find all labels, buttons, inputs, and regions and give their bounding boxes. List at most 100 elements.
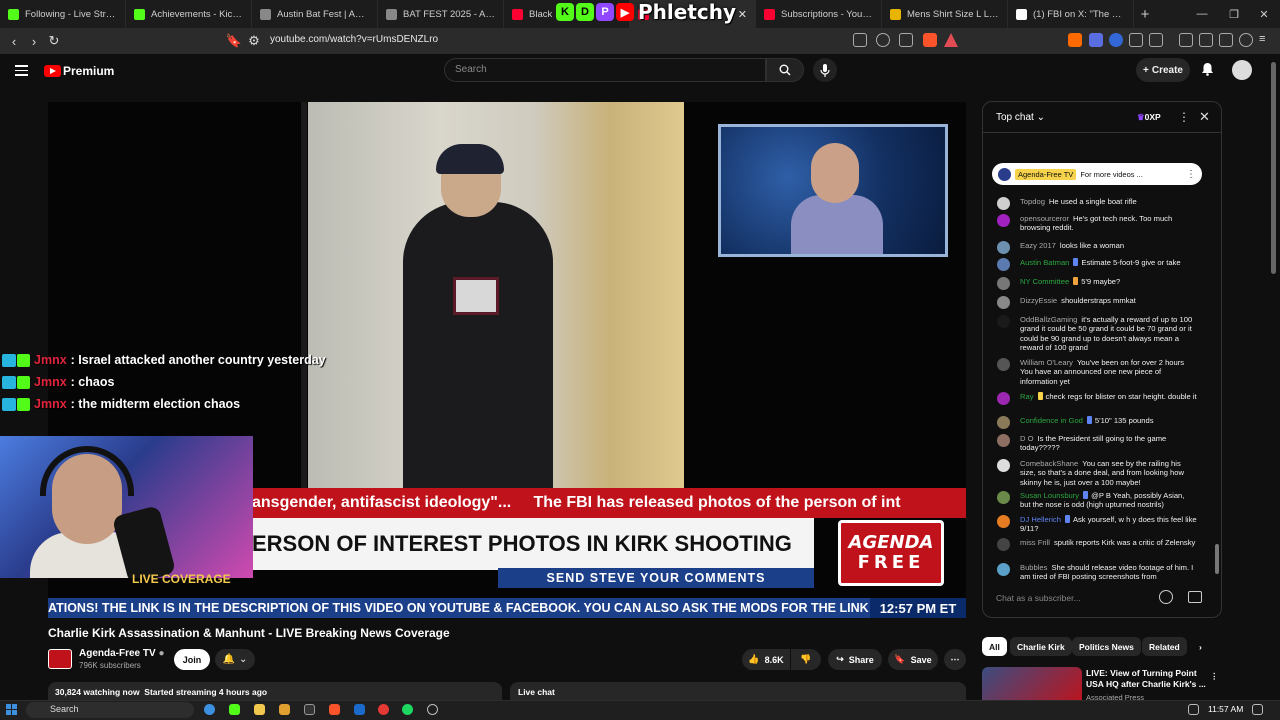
maximize-button[interactable]: ❐: [1218, 0, 1250, 28]
chat-author[interactable]: Susan Lounsbury: [1020, 491, 1079, 500]
extension-icon[interactable]: [1089, 33, 1103, 47]
channel-avatar[interactable]: [48, 649, 72, 669]
taskbar-search[interactable]: Search: [26, 702, 194, 718]
notification-bell-button[interactable]: 🔔 ⌄: [215, 649, 255, 670]
chat-input[interactable]: Chat as a subscriber...: [996, 593, 1156, 603]
youtube-logo-icon[interactable]: [44, 65, 61, 77]
chip-next-icon[interactable]: ›: [1199, 637, 1202, 656]
browser-tab[interactable]: BAT FEST 2025 - Austin, Te: [378, 0, 504, 28]
chat-scrollbar[interactable]: [1215, 544, 1219, 574]
pinned-menu-icon[interactable]: ⋮: [1186, 169, 1196, 180]
filter-chip[interactable]: Related: [1142, 637, 1187, 656]
chat-author[interactable]: DJ Hellerich: [1020, 515, 1061, 524]
browser-tab[interactable]: Achievements - Kick Dashb: [126, 0, 252, 28]
chat-message[interactable]: Susan Lounsbury @P B Yeah, possibly Asian…: [997, 491, 1197, 510]
reload-icon[interactable]: ↻: [44, 33, 64, 49]
new-tab-button[interactable]: +: [1134, 6, 1156, 23]
tray-pen-icon[interactable]: [1188, 704, 1199, 715]
taskbar-app-icon[interactable]: [304, 704, 315, 715]
emoji-icon[interactable]: [1159, 590, 1173, 604]
tab-close-icon[interactable]: ✕: [738, 8, 747, 21]
close-chat-icon[interactable]: ✕: [1199, 109, 1210, 125]
search-button[interactable]: [766, 58, 804, 82]
chat-message[interactable]: Topdog He used a single boat rifle: [997, 197, 1197, 210]
notifications-button[interactable]: [1201, 62, 1214, 81]
back-icon[interactable]: ‹: [4, 34, 24, 49]
bookmark-icon[interactable]: 🔖: [224, 33, 244, 49]
search-input[interactable]: Search: [444, 58, 766, 82]
recommended-menu-icon[interactable]: ⋮: [1210, 667, 1219, 686]
share-button[interactable]: ↪ Share: [828, 649, 882, 670]
chat-author[interactable]: Eazy 2017: [1020, 241, 1056, 250]
minimize-button[interactable]: —: [1186, 0, 1218, 28]
chat-menu-icon[interactable]: ⋮: [1178, 110, 1190, 124]
chat-message[interactable]: Eazy 2017 looks like a woman: [997, 241, 1197, 254]
youtube-premium-label[interactable]: Premium: [63, 64, 114, 78]
filter-chip[interactable]: Politics News: [1072, 637, 1141, 656]
chat-author[interactable]: Bubbles: [1020, 563, 1047, 572]
chat-author[interactable]: NY Committee: [1020, 277, 1069, 286]
chat-message[interactable]: NY Committee 5'9 maybe?: [997, 277, 1197, 290]
chat-message[interactable]: Austin Batman Estimate 5-foot-9 give or t…: [997, 258, 1197, 271]
media-icon[interactable]: [1179, 33, 1193, 47]
url-field[interactable]: youtube.com/watch?v=rUmsDENZLro: [270, 34, 438, 45]
voice-search-button[interactable]: [813, 58, 837, 82]
cast-icon[interactable]: [853, 33, 867, 47]
wallet-icon[interactable]: [1149, 33, 1163, 47]
recommended-video-title[interactable]: LIVE: View of Turning Point USA HQ after…: [1086, 668, 1212, 690]
chat-mode-dropdown[interactable]: Top chat ⌄: [996, 112, 1045, 123]
chat-message[interactable]: DizzyEssie shoulderstraps mmkat: [997, 296, 1197, 309]
chat-author[interactable]: opensourceror: [1020, 214, 1069, 223]
filter-chip[interactable]: All: [982, 637, 1007, 656]
more-actions-button[interactable]: ⋯: [944, 649, 966, 670]
save-button[interactable]: 🔖 Save: [888, 649, 938, 670]
taskbar-app-icon[interactable]: [204, 704, 215, 715]
chat-author[interactable]: D O: [1020, 434, 1034, 443]
taskbar-app-icon[interactable]: [329, 704, 340, 715]
brave-shields-icon[interactable]: [923, 33, 937, 47]
profile-icon[interactable]: [1219, 33, 1233, 47]
menu-icon[interactable]: ≡: [1259, 33, 1273, 47]
browser-tab[interactable]: Austin Bat Fest | Austin, TX: [252, 0, 378, 28]
xp-badge[interactable]: ♛0XP: [1137, 112, 1161, 123]
notification-center-icon[interactable]: [1252, 704, 1263, 715]
page-scrollbar[interactable]: [1271, 62, 1276, 274]
chat-message[interactable]: Ray check regs for blister on star height…: [997, 392, 1197, 405]
super-chat-icon[interactable]: [1188, 591, 1202, 603]
filter-chip[interactable]: Charlie Kirk: [1010, 637, 1072, 656]
chat-author[interactable]: ComebackShane: [1020, 459, 1078, 468]
taskbar-app-icon[interactable]: [354, 704, 365, 715]
chat-author[interactable]: William O'Leary: [1020, 358, 1073, 367]
dislike-button[interactable]: 👎: [791, 649, 821, 670]
create-button[interactable]: + Create: [1136, 58, 1190, 82]
chat-author[interactable]: Ray: [1020, 392, 1034, 401]
chat-message[interactable]: Bubbles She should release video footage …: [997, 563, 1197, 582]
browser-tab[interactable]: (1) FBI on X: "The FBI is off: [1008, 0, 1134, 28]
chat-message[interactable]: opensourceror He's got tech neck. Too muc…: [997, 214, 1197, 233]
chat-message[interactable]: miss Frill sputik reports Kirk was a crit…: [997, 538, 1197, 551]
chat-author[interactable]: Topdog: [1020, 197, 1045, 206]
sidebar-icon[interactable]: [1199, 33, 1213, 47]
chat-message[interactable]: Confidence in God 5'10" 135 pounds: [997, 416, 1197, 429]
browser-tab[interactable]: Following - Live Streams o: [0, 0, 126, 28]
extensions-puzzle-icon[interactable]: [1129, 33, 1143, 47]
taskbar-app-icon[interactable]: [279, 704, 290, 715]
chat-author[interactable]: miss Frill: [1020, 538, 1050, 547]
pinned-message[interactable]: Agenda-Free TV For more videos ... ⋮: [992, 163, 1202, 185]
taskbar-app-icon[interactable]: [378, 704, 389, 715]
chat-message[interactable]: OddBallzGaming it's actually a reward of …: [997, 315, 1197, 352]
taskbar-app-icon[interactable]: [427, 704, 438, 715]
chat-author[interactable]: Confidence in God: [1020, 416, 1083, 425]
site-info-icon[interactable]: ⚙: [244, 33, 264, 49]
vpn-icon[interactable]: [1239, 33, 1253, 47]
windows-start-icon[interactable]: [6, 704, 17, 715]
zoom-icon[interactable]: [876, 33, 890, 47]
account-avatar[interactable]: [1232, 60, 1252, 80]
window-close-button[interactable]: ✕: [1248, 0, 1280, 28]
taskbar-app-icon[interactable]: [254, 704, 265, 715]
chat-message[interactable]: DJ Hellerich Ask yourself, w h y does thi…: [997, 515, 1197, 534]
spotify-icon[interactable]: [402, 704, 413, 715]
chat-author[interactable]: DizzyEssie: [1020, 296, 1057, 305]
share-page-icon[interactable]: [899, 33, 913, 47]
channel-name[interactable]: Agenda-Free TV ●: [79, 648, 165, 659]
